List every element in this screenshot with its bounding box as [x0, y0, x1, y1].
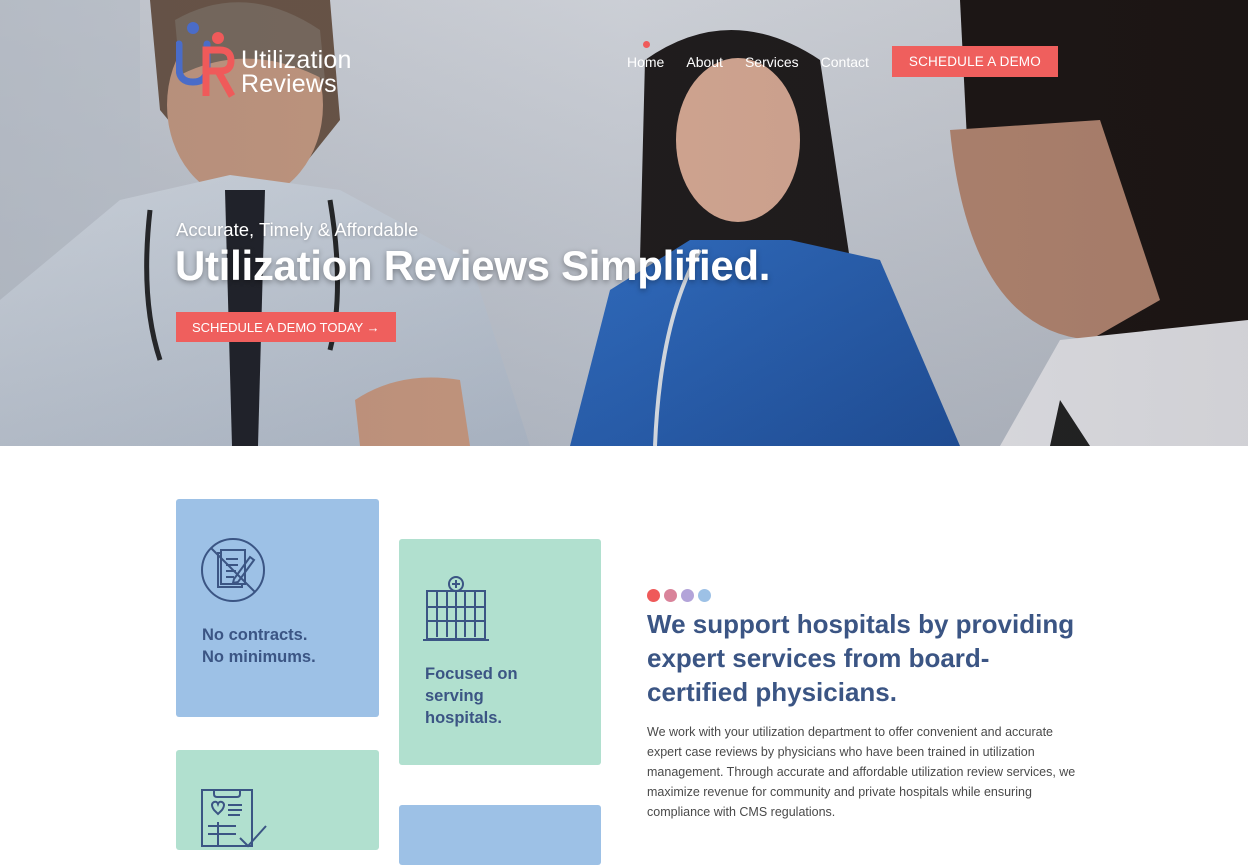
- feature-label-line: No minimums.: [202, 648, 316, 666]
- brand-name-line2: Reviews: [241, 70, 337, 98]
- clipboard-heart-icon: [201, 789, 267, 848]
- nav-services[interactable]: Services: [745, 54, 799, 70]
- about-paragraph: We work with your utilization department…: [647, 725, 1076, 819]
- logo-ur-mark-icon: [176, 22, 236, 98]
- feature-label-line: No contracts.: [202, 626, 308, 644]
- dot-blue: [698, 589, 711, 602]
- hero-subtitle: Accurate, Timely & Affordable: [176, 219, 419, 240]
- feature-label-line: hospitals.: [425, 709, 503, 727]
- dot-red: [647, 589, 660, 602]
- feature-card-hospitals: Focused on serving hospitals.: [399, 539, 601, 765]
- hero-title: Utilization Reviews Simplified.: [175, 242, 771, 289]
- main-nav: Home About Services Contact SCHEDULE A D…: [616, 40, 1058, 77]
- feature-label-line: serving: [425, 687, 484, 705]
- decorative-dots: [647, 589, 711, 602]
- about-heading: We support hospitals by providing expert…: [647, 609, 1075, 707]
- schedule-demo-today-button[interactable]: SCHEDULE A DEMO TODAY →: [176, 312, 396, 342]
- nav-about[interactable]: About: [686, 54, 723, 70]
- brand-name: Utilization Reviews: [241, 46, 352, 98]
- feature-card-partial: [399, 805, 601, 865]
- hero-section: Utilization Reviews Home About Services …: [0, 0, 1248, 446]
- brand-name-line1: Utilization: [241, 46, 352, 74]
- schedule-demo-button[interactable]: SCHEDULE A DEMO: [891, 46, 1058, 77]
- feature-card-clipboard: [176, 750, 379, 850]
- no-contract-icon: [201, 538, 265, 602]
- nav-home[interactable]: Home: [627, 40, 664, 70]
- dot-purple: [681, 589, 694, 602]
- brand-logo[interactable]: Utilization Reviews: [176, 18, 376, 100]
- feature-card-no-contracts: No contracts. No minimums.: [176, 499, 379, 717]
- feature-label-line: Focused on: [425, 665, 518, 683]
- nav-contact[interactable]: Contact: [821, 54, 869, 70]
- feature-label: Focused on serving hospitals.: [425, 663, 518, 729]
- hospital-icon: [423, 576, 489, 641]
- feature-label: No contracts. No minimums.: [202, 624, 316, 668]
- dot-pink: [664, 589, 677, 602]
